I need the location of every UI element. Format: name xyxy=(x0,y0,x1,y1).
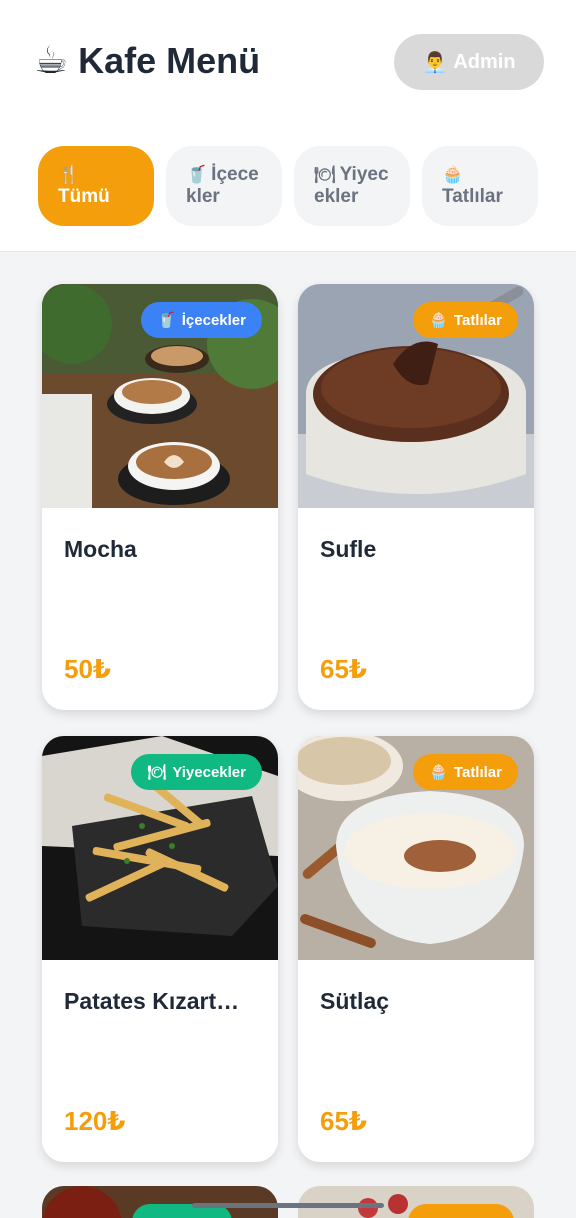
category-badge-label: Tatlılar xyxy=(453,763,502,781)
item-name: Patates Kızart… xyxy=(64,988,240,1014)
menu-card-partial[interactable] xyxy=(298,1186,534,1218)
cupcake-icon: 🧁 xyxy=(442,165,464,184)
coffee-cup-icon: ☕ xyxy=(34,40,69,82)
tab-all-label: Tümü xyxy=(58,186,110,207)
menu-card-partial[interactable] xyxy=(42,1186,278,1218)
item-name: Sufle xyxy=(320,536,377,562)
category-badge: 🍽 Yiyecekler xyxy=(131,754,262,790)
item-price: 120₺ xyxy=(64,1106,126,1136)
plate-icon: 🍽 xyxy=(314,165,336,184)
admin-label: Admin xyxy=(453,50,516,73)
app-header: ☕ Kafe Menü 👨‍💼 Admin 🍴 Tümü 🥤 İçecekler … xyxy=(0,0,576,252)
category-badge: 🧁 Tatlılar xyxy=(413,302,518,338)
menu-grid: 🥤 İçecekler Mocha 50₺ 🧁 Tatlılar Sufle 6… xyxy=(42,284,534,1162)
app-title-text: Kafe Menü xyxy=(78,40,261,81)
cupcake-icon: 🧁 xyxy=(429,764,448,781)
category-badge-label: İçecekler xyxy=(181,311,246,329)
item-name: Mocha xyxy=(64,536,137,562)
item-name: Sütlaç xyxy=(320,988,390,1014)
tab-desserts-label: Tatlılar xyxy=(442,186,503,207)
menu-card[interactable]: 🧁 Tatlılar Sütlaç 65₺ xyxy=(298,736,534,1162)
cup-straw-icon: 🥤 xyxy=(186,165,208,184)
category-badge-label: Yiyecekler xyxy=(172,763,246,781)
category-badge: 🧁 Tatlılar xyxy=(413,754,518,790)
tab-foods[interactable]: 🍽 Yiyecekler xyxy=(294,146,410,226)
page-title: ☕ Kafe Menü xyxy=(34,40,260,82)
category-badge-label: Tatlılar xyxy=(453,311,502,329)
dessert-photo-partial xyxy=(298,1186,534,1218)
tab-desserts[interactable]: 🧁 Tatlılar xyxy=(422,146,538,226)
tab-all[interactable]: 🍴 Tümü xyxy=(38,146,154,226)
fork-knife-icon: 🍴 xyxy=(58,165,80,184)
item-price: 65₺ xyxy=(320,654,368,684)
item-price: 65₺ xyxy=(320,1106,368,1136)
home-indicator[interactable] xyxy=(192,1203,384,1208)
office-worker-icon: 👨‍💼 xyxy=(422,51,448,74)
cup-straw-icon: 🥤 xyxy=(157,312,176,329)
category-badge: 🥤 İçecekler xyxy=(141,302,262,338)
admin-button[interactable]: 👨‍💼 Admin xyxy=(394,34,544,90)
item-price: 50₺ xyxy=(64,654,112,684)
tab-drinks[interactable]: 🥤 İçecekler xyxy=(166,146,282,226)
menu-card[interactable]: 🍽 Yiyecekler Patates Kızart… 120₺ xyxy=(42,736,278,1162)
menu-card[interactable]: 🥤 İçecekler Mocha 50₺ xyxy=(42,284,278,710)
cupcake-icon: 🧁 xyxy=(429,312,448,329)
food-photo-partial xyxy=(42,1186,278,1218)
plate-icon: 🍽 xyxy=(147,764,167,781)
menu-card[interactable]: 🧁 Tatlılar Sufle 65₺ xyxy=(298,284,534,710)
category-tabs: 🍴 Tümü 🥤 İçecekler 🍽 Yiyecekler 🧁 Tatlılar xyxy=(38,146,538,226)
